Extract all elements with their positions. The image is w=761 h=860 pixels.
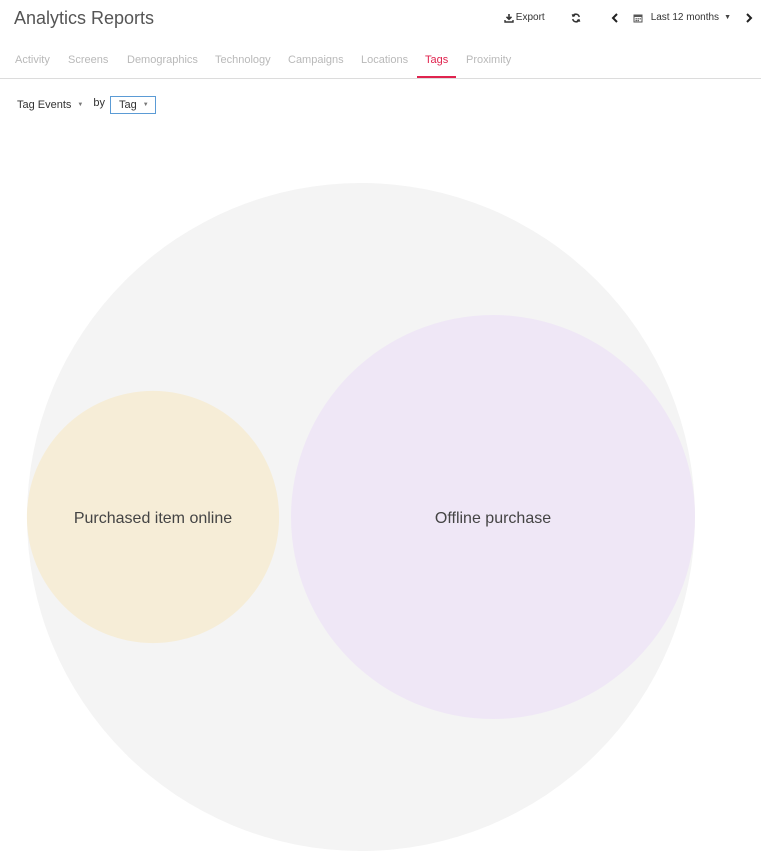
toolbar: Export Last 12 months ▼ bbox=[504, 12, 753, 23]
group-by-value: Tag bbox=[119, 99, 137, 111]
next-period-button[interactable] bbox=[745, 12, 753, 23]
refresh-button[interactable] bbox=[571, 12, 581, 23]
metric-value: Tag Events bbox=[17, 99, 72, 111]
tab-screens[interactable]: Screens bbox=[68, 42, 108, 77]
report-filters: Tag Events ▼ by Tag ▼ bbox=[17, 94, 156, 116]
calendar-icon bbox=[633, 14, 643, 22]
bubble-chart: Purchased item online Offline purchase bbox=[0, 120, 761, 860]
group-by-dropdown[interactable]: Tag ▼ bbox=[110, 96, 156, 114]
report-tabs: Activity Screens Demographics Technology… bbox=[0, 42, 761, 79]
tab-activity[interactable]: Activity bbox=[15, 42, 50, 77]
caret-down-icon: ▼ bbox=[724, 14, 731, 21]
tab-proximity[interactable]: Proximity bbox=[466, 42, 511, 77]
chevron-right-icon bbox=[746, 12, 753, 23]
bubble-chart-svg: Purchased item online Offline purchase bbox=[26, 183, 695, 851]
export-button[interactable]: Export bbox=[504, 12, 545, 23]
caret-down-icon: ▼ bbox=[142, 102, 149, 108]
date-range-dropdown[interactable]: Last 12 months ▼ bbox=[633, 12, 731, 23]
previous-period-button[interactable] bbox=[611, 12, 619, 23]
tab-locations[interactable]: Locations bbox=[361, 42, 408, 77]
tab-campaigns[interactable]: Campaigns bbox=[288, 42, 344, 77]
tab-demographics[interactable]: Demographics bbox=[127, 42, 198, 77]
download-icon bbox=[504, 13, 514, 23]
date-range-label: Last 12 months bbox=[650, 12, 720, 23]
export-label: Export bbox=[515, 12, 545, 23]
header: Analytics Reports Export Last 12 months … bbox=[0, 0, 761, 40]
chevron-left-icon bbox=[611, 12, 618, 23]
bubble-label: Purchased item online bbox=[74, 510, 232, 527]
caret-down-icon: ▼ bbox=[77, 102, 84, 108]
page-title: Analytics Reports bbox=[14, 8, 155, 28]
metric-dropdown[interactable]: Tag Events ▼ bbox=[17, 99, 83, 111]
refresh-icon bbox=[571, 12, 581, 23]
tab-tags[interactable]: Tags bbox=[416, 42, 457, 78]
tab-technology[interactable]: Technology bbox=[215, 42, 271, 77]
bubble-label: Offline purchase bbox=[435, 510, 551, 527]
by-label: by bbox=[93, 97, 105, 109]
